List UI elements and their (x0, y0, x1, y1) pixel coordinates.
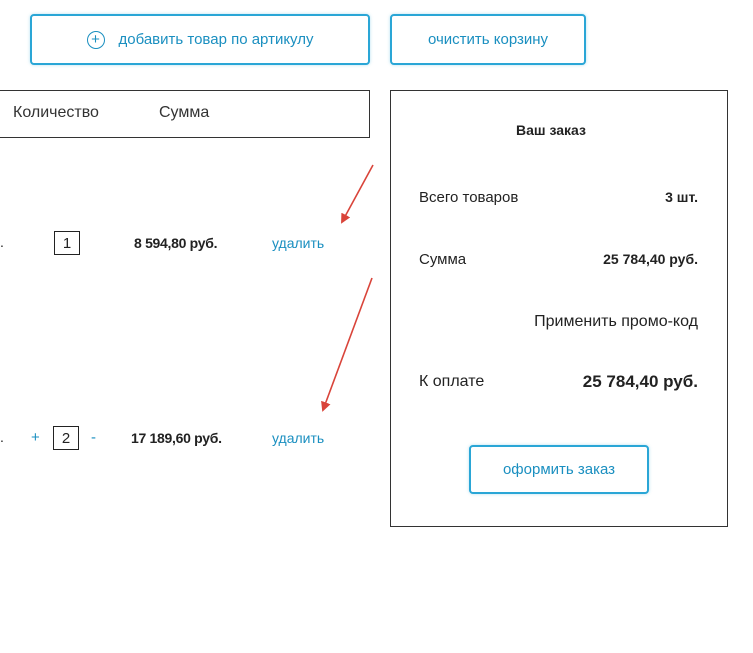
annotation-arrow-1 (341, 164, 374, 224)
total-items-value: 3 шт. (665, 189, 698, 205)
apply-promo-code-link[interactable]: Применить промо-код (534, 313, 698, 331)
order-title: Ваш заказ (516, 122, 586, 138)
checkout-button[interactable]: оформить заказ (469, 445, 649, 494)
sum-value: 25 784,40 руб. (603, 251, 698, 267)
checkout-label: оформить заказ (502, 461, 616, 478)
total-items-label: Всего товаров (419, 189, 519, 206)
to-pay-label: К оплате (419, 373, 485, 390)
to-pay-value: 25 784,40 руб. (582, 372, 698, 391)
annotation-arrow-2 (321, 277, 373, 412)
sum-label: Сумма (419, 251, 467, 268)
